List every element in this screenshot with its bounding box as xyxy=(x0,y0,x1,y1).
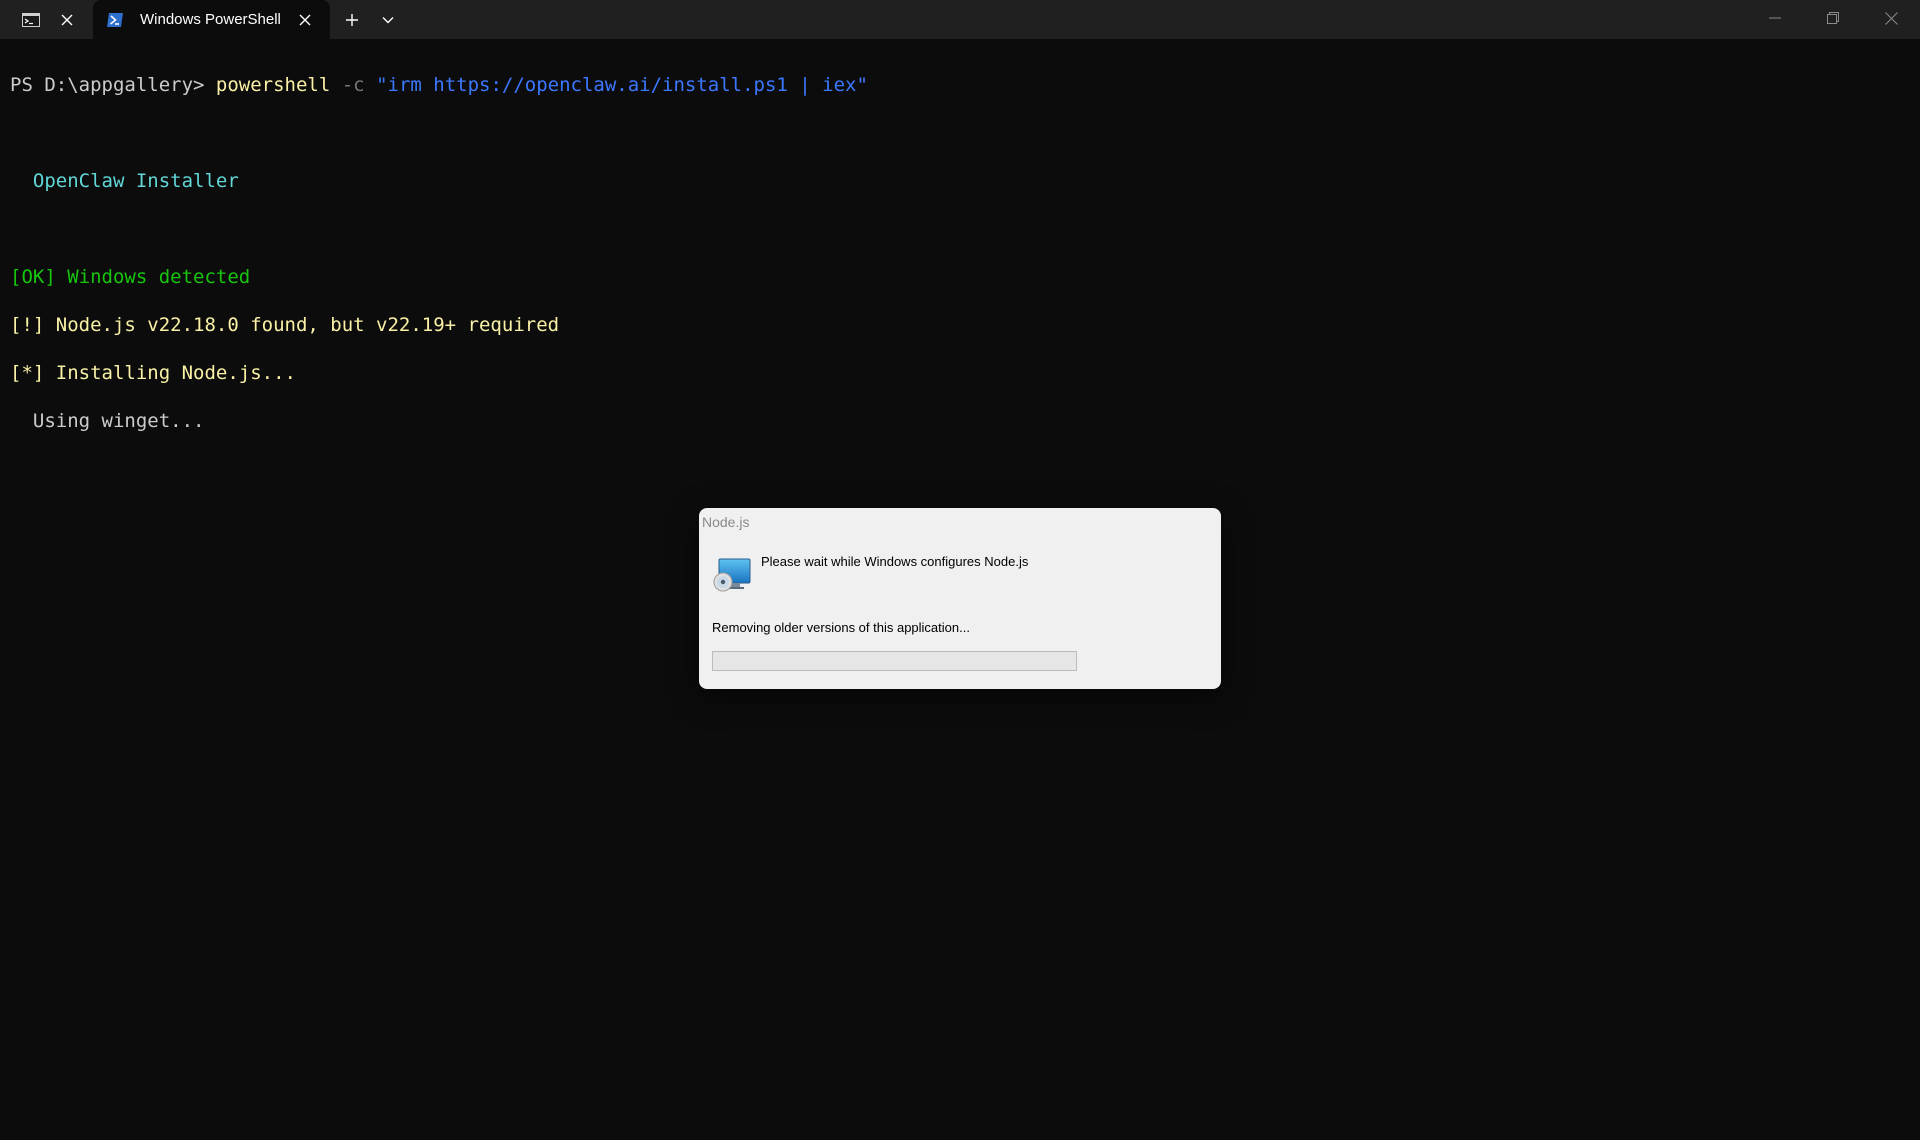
output-line-installing: [*] Installing Node.js... xyxy=(10,362,296,384)
progress-bar xyxy=(712,651,1077,671)
window-controls xyxy=(1746,0,1920,39)
close-icon xyxy=(1884,11,1898,25)
dialog-title: Node.js xyxy=(702,514,750,530)
output-line-ok: [OK] Windows detected xyxy=(10,266,251,288)
command-line: PS D:\appgallery> powershell -c "irm htt… xyxy=(10,73,1920,97)
installer-title: OpenClaw Installer xyxy=(10,170,239,192)
command-flag: -c xyxy=(330,74,377,96)
restore-button[interactable] xyxy=(1804,0,1862,36)
minimize-button[interactable] xyxy=(1746,0,1804,36)
tab-dropdown-button[interactable] xyxy=(370,0,406,39)
tab-windows-powershell[interactable]: Windows PowerShell xyxy=(93,0,330,39)
plus-icon xyxy=(346,13,358,26)
restore-icon xyxy=(1827,12,1839,24)
new-tab-button[interactable] xyxy=(334,0,370,39)
nodejs-installer-dialog: Node.js Please wait while Windows config… xyxy=(699,508,1221,689)
command-argument: "irm https://openclaw.ai/install.ps1 | i… xyxy=(376,74,868,96)
powershell-icon xyxy=(105,10,125,30)
output-line-winget: Using winget... xyxy=(10,410,205,432)
close-icon[interactable] xyxy=(296,11,314,29)
close-window-button[interactable] xyxy=(1862,0,1920,36)
tab-title: Windows PowerShell xyxy=(140,11,281,28)
command-prompt-icon xyxy=(21,10,41,30)
close-icon[interactable] xyxy=(58,11,76,29)
output-line-warning: [!] Node.js v22.18.0 found, but v22.19+ … xyxy=(10,314,560,336)
tab-command-prompt[interactable] xyxy=(0,0,93,39)
minimize-icon xyxy=(1769,17,1781,19)
installer-disc-icon xyxy=(712,554,752,594)
chevron-down-icon xyxy=(382,16,394,23)
dialog-message: Please wait while Windows configures Nod… xyxy=(761,554,1029,569)
title-bar: Windows PowerShell xyxy=(0,0,1920,39)
prompt: PS D:\appgallery> xyxy=(10,74,216,96)
command-name: powershell xyxy=(215,74,331,96)
dialog-status: Removing older versions of this applicat… xyxy=(712,620,970,635)
